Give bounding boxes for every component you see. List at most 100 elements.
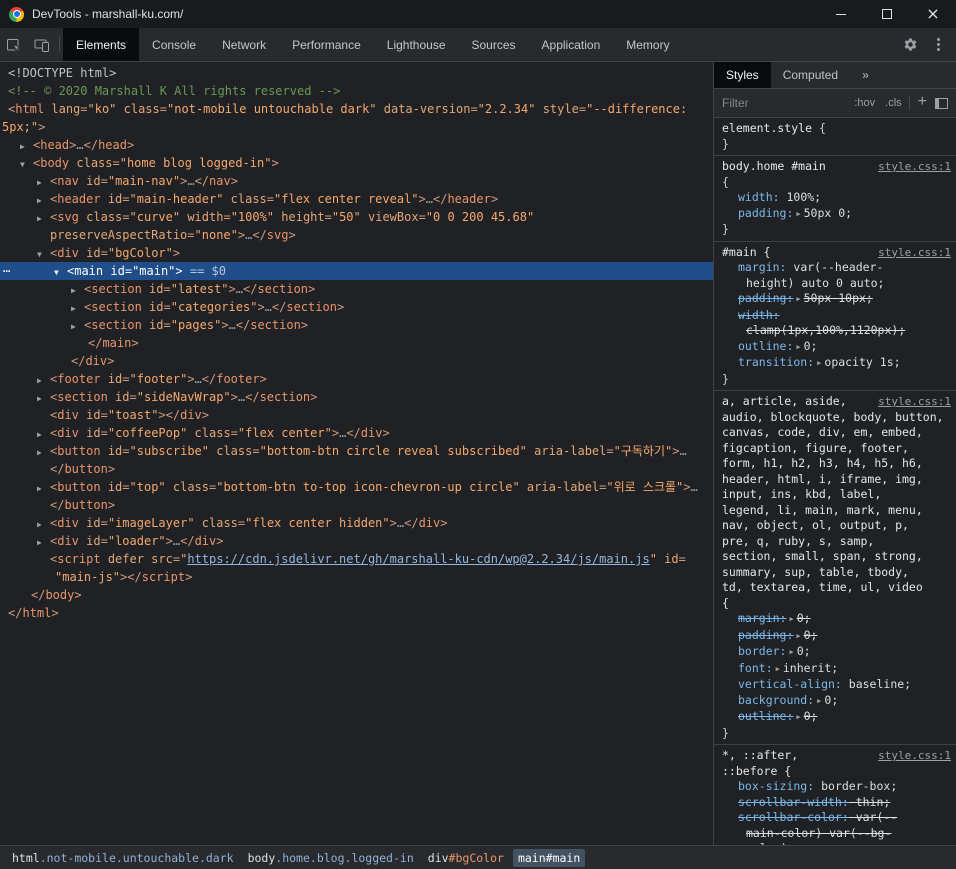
- sidebar-tab-more[interactable]: »: [850, 62, 881, 88]
- sidebar-tab-styles[interactable]: Styles: [714, 62, 771, 88]
- dom-tree-row[interactable]: <div id="toast"></div>: [0, 406, 713, 424]
- stylesheet-link[interactable]: style.css:1: [878, 395, 951, 408]
- style-line[interactable]: box-sizing: border-box;: [722, 779, 952, 795]
- expand-arrow-icon[interactable]: [37, 426, 50, 442]
- breadcrumb-item[interactable]: main#main: [513, 849, 585, 867]
- styles-filter-input[interactable]: [714, 96, 849, 110]
- style-line[interactable]: ::before {: [722, 764, 952, 780]
- dom-tree-row[interactable]: </div>: [0, 352, 713, 370]
- style-line[interactable]: }: [722, 726, 952, 742]
- tab-performance[interactable]: Performance: [279, 28, 374, 61]
- style-line[interactable]: audio, blockquote, body, button,: [722, 410, 952, 426]
- dom-tree-row[interactable]: <div id="bgColor">: [0, 244, 713, 262]
- dom-tree-row[interactable]: <section id="latest">…</section>: [0, 280, 713, 298]
- dom-tree-row[interactable]: <section id="categories">…</section>: [0, 298, 713, 316]
- collapse-arrow-icon[interactable]: [37, 246, 50, 262]
- style-line[interactable]: {: [722, 596, 952, 612]
- style-line[interactable]: header, html, i, iframe, img,: [722, 472, 952, 488]
- dom-tree-row[interactable]: <div id="imageLayer" class="flex center …: [0, 514, 713, 532]
- tab-application[interactable]: Application: [529, 28, 614, 61]
- stylesheet-link[interactable]: style.css:1: [878, 749, 951, 762]
- tab-console[interactable]: Console: [139, 28, 209, 61]
- expand-arrow-icon[interactable]: [37, 480, 50, 496]
- dom-tree-row[interactable]: <button id="top" class="bottom-btn to-to…: [0, 478, 713, 496]
- expand-arrow-icon[interactable]: [71, 318, 84, 334]
- breadcrumb-item[interactable]: html.not-mobile.untouchable.dark: [7, 849, 239, 867]
- dom-tree-row[interactable]: </html>: [0, 604, 713, 622]
- dom-tree-row[interactable]: <section id="sideNavWrap">…</section>: [0, 388, 713, 406]
- style-line[interactable]: }: [722, 222, 952, 238]
- collapse-arrow-icon[interactable]: [20, 156, 33, 172]
- tab-lighthouse[interactable]: Lighthouse: [374, 28, 459, 61]
- dom-tree-row[interactable]: <body class="home blog logged-in">: [0, 154, 713, 172]
- dom-tree-row[interactable]: <script defer src="https://cdn.jsdelivr.…: [0, 550, 713, 568]
- style-line[interactable]: padding:0;: [722, 628, 952, 645]
- style-line[interactable]: margin: var(--header-: [722, 260, 952, 276]
- minimize-button[interactable]: [818, 0, 864, 28]
- style-line[interactable]: height) auto 0 auto;: [722, 276, 952, 292]
- style-line[interactable]: outline:0;: [722, 709, 952, 726]
- dom-tree-row[interactable]: <button id="subscribe" class="bottom-btn…: [0, 442, 713, 460]
- dom-tree-row[interactable]: <head>…</head>: [0, 136, 713, 154]
- style-line[interactable]: clamp(1px,100%,1120px);: [722, 323, 952, 339]
- close-button[interactable]: ×: [910, 0, 956, 28]
- expand-arrow-icon[interactable]: [71, 282, 84, 298]
- dom-tree-row[interactable]: <div id="loader">…</div>: [0, 532, 713, 550]
- style-line[interactable]: scrollbar-width: thin;: [722, 795, 952, 811]
- style-line[interactable]: width: 100%;: [722, 190, 952, 206]
- script-src-link[interactable]: https://cdn.jsdelivr.net/gh/marshall-ku-…: [187, 552, 649, 566]
- stylesheet-link[interactable]: style.css:1: [878, 160, 951, 173]
- dom-tree-row[interactable]: </body>: [0, 586, 713, 604]
- style-line[interactable]: main-color) var(--bg-: [722, 826, 952, 842]
- dom-tree-row[interactable]: <section id="pages">…</section>: [0, 316, 713, 334]
- new-style-rule-button[interactable]: +: [912, 93, 933, 111]
- style-line[interactable]: transition:opacity 1s;: [722, 355, 952, 372]
- collapse-arrow-icon[interactable]: [54, 264, 67, 280]
- style-line[interactable]: border:0;: [722, 644, 952, 661]
- tab-network[interactable]: Network: [209, 28, 279, 61]
- breadcrumb-item[interactable]: body.home.blog.logged-in: [243, 849, 419, 867]
- style-line[interactable]: }: [722, 137, 952, 153]
- sidebar-tab-computed[interactable]: Computed: [771, 62, 850, 88]
- style-line[interactable]: legend, li, main, mark, menu,: [722, 503, 952, 519]
- style-line[interactable]: nav, object, ol, output, p,: [722, 518, 952, 534]
- dom-tree-row[interactable]: </main>: [0, 334, 713, 352]
- expand-arrow-icon[interactable]: [37, 192, 50, 208]
- style-line[interactable]: vertical-align: baseline;: [722, 677, 952, 693]
- style-line[interactable]: }: [722, 372, 952, 388]
- tab-sources[interactable]: Sources: [459, 28, 529, 61]
- dom-tree-row[interactable]: <footer id="footer">…</footer>: [0, 370, 713, 388]
- tab-memory[interactable]: Memory: [613, 28, 682, 61]
- settings-button[interactable]: [896, 28, 924, 61]
- dom-tree-row[interactable]: <html lang="ko" class="not-mobile untouc…: [0, 100, 713, 118]
- expand-arrow-icon[interactable]: [71, 300, 84, 316]
- dom-tree-row[interactable]: </button>: [0, 460, 713, 478]
- style-line[interactable]: form, h1, h2, h3, h4, h5, h6,: [722, 456, 952, 472]
- dom-tree-row[interactable]: <svg class="curve" width="100%" height="…: [0, 208, 713, 226]
- expand-arrow-icon[interactable]: [37, 210, 50, 226]
- dom-tree-row-selected[interactable]: <main id="main"> == $0: [0, 262, 713, 280]
- style-line[interactable]: color);: [722, 841, 952, 845]
- style-line[interactable]: background:0;: [722, 693, 952, 710]
- device-toolbar-button[interactable]: [28, 28, 56, 61]
- dom-tree-row[interactable]: <!-- © 2020 Marshall K All rights reserv…: [0, 82, 713, 100]
- maximize-button[interactable]: [864, 0, 910, 28]
- style-line[interactable]: width:: [722, 308, 952, 324]
- expand-arrow-icon[interactable]: [37, 516, 50, 532]
- style-line[interactable]: font:inherit;: [722, 661, 952, 678]
- dom-tree-row[interactable]: 5px;">: [0, 118, 713, 136]
- style-line[interactable]: element.style {: [722, 121, 952, 137]
- style-line[interactable]: figcaption, figure, footer,: [722, 441, 952, 457]
- node-menu-icon[interactable]: [3, 262, 10, 280]
- dom-tree-row[interactable]: <!DOCTYPE html>: [0, 64, 713, 82]
- style-line[interactable]: scrollbar-color: var(--: [722, 810, 952, 826]
- expand-arrow-icon[interactable]: [37, 390, 50, 406]
- expand-arrow-icon[interactable]: [37, 174, 50, 190]
- style-line[interactable]: padding:50px 0;: [722, 206, 952, 223]
- more-options-button[interactable]: [924, 28, 952, 61]
- dom-tree-row[interactable]: <div id="coffeePop" class="flex center">…: [0, 424, 713, 442]
- breadcrumb-item[interactable]: div#bgColor: [423, 849, 509, 867]
- style-line[interactable]: margin:0;: [722, 611, 952, 628]
- style-line[interactable]: td, textarea, time, ul, video: [722, 580, 952, 596]
- style-line[interactable]: pre, q, ruby, s, samp,: [722, 534, 952, 550]
